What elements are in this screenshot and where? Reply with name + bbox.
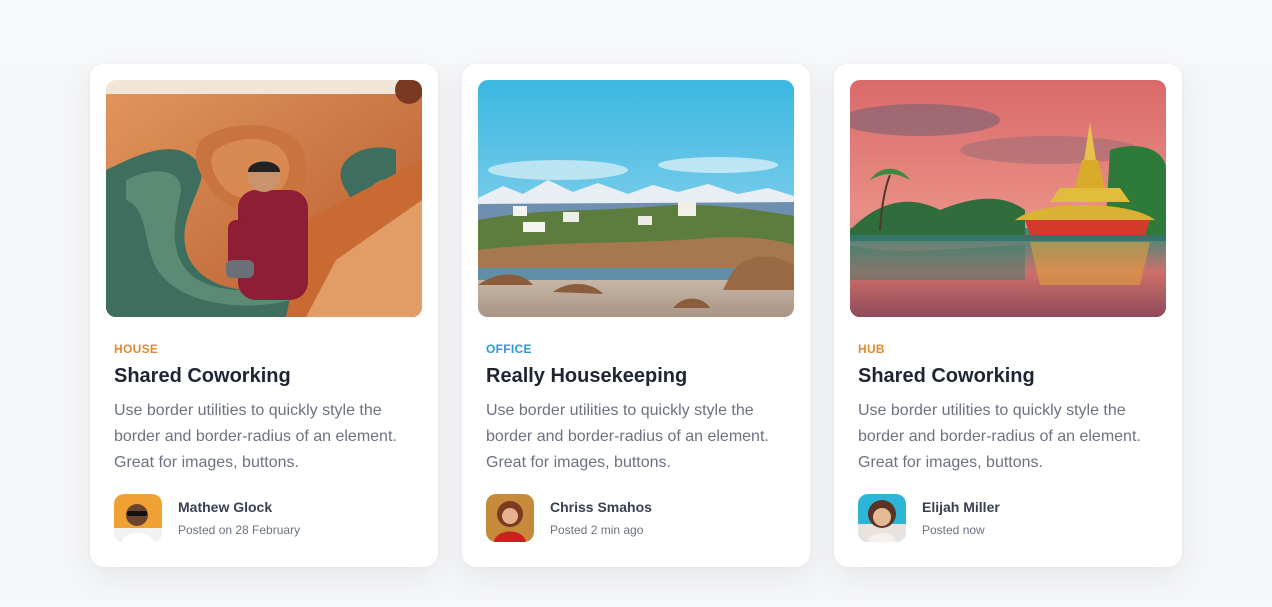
avatar[interactable] (114, 494, 162, 542)
card-category: Hub (858, 342, 885, 356)
card-category: House (114, 342, 159, 356)
card-description: Use border utilities to quickly style th… (114, 402, 397, 471)
post-date: Posted now (922, 523, 985, 537)
coastal-village-photo[interactable] (478, 80, 794, 317)
post-card[interactable]: House Shared Coworking Use border utilit… (90, 64, 438, 567)
post-card[interactable]: Office Really Housekeeping Use border ut… (462, 64, 810, 567)
card-grid: House Shared Coworking Use border utilit… (90, 64, 1182, 567)
card-description: Use border utilities to quickly style th… (858, 402, 1141, 471)
card-title[interactable]: Shared Coworking (858, 363, 1158, 389)
author-info[interactable]: Chriss Smahos Posted 2 min ago (486, 494, 652, 542)
author-info[interactable]: Mathew Glock Posted on 28 February (114, 494, 300, 542)
canyon-photo[interactable] (106, 80, 422, 317)
post-date: Posted 2 min ago (550, 523, 644, 537)
avatar[interactable] (486, 494, 534, 542)
card-title[interactable]: Really Housekeeping (486, 363, 786, 389)
author-name[interactable]: Elijah Miller (922, 498, 1000, 516)
post-date: Posted on 28 February (178, 523, 301, 537)
temple-lake-photo[interactable] (850, 80, 1166, 317)
author-name[interactable]: Chriss Smahos (550, 498, 652, 516)
author-name[interactable]: Mathew Glock (178, 498, 300, 516)
card-title[interactable]: Shared Coworking (114, 363, 414, 389)
card-category: Office (486, 342, 532, 356)
post-card[interactable]: Hub Shared Coworking Use border utilitie… (834, 64, 1182, 567)
card-description: Use border utilities to quickly style th… (486, 402, 769, 471)
author-info[interactable]: Elijah Miller Posted now (858, 494, 1000, 542)
avatar[interactable] (858, 494, 906, 542)
